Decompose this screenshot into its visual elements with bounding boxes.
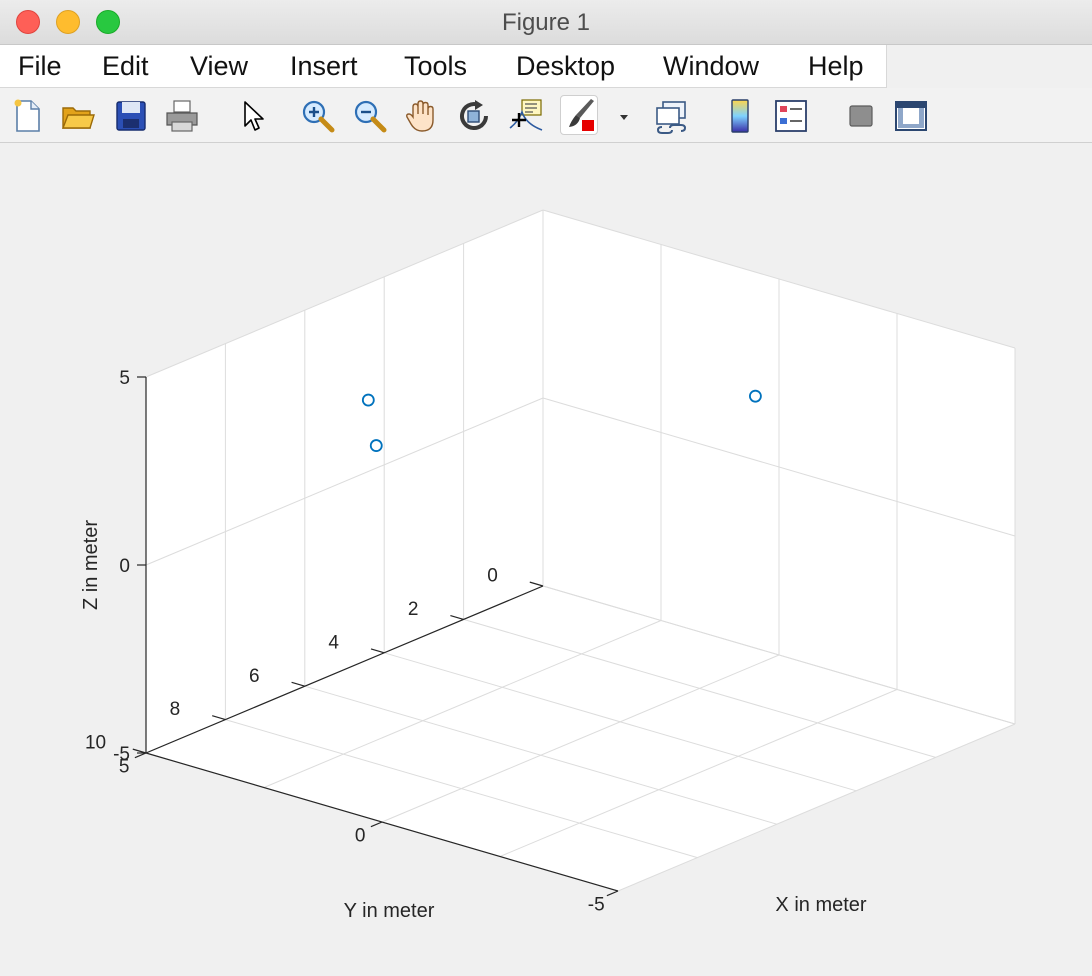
y-tick-label: 4	[328, 632, 339, 653]
x-tick-mark	[134, 752, 147, 759]
y-tick-label: 10	[85, 733, 106, 754]
z-tick-label: 5	[119, 368, 130, 389]
x-tick-mark	[370, 821, 383, 828]
y-axis-label: Y in meter	[344, 900, 435, 922]
x-tick-label: 0	[355, 826, 366, 847]
x-tick-mark	[606, 890, 619, 897]
grid-lines	[145, 209, 1016, 892]
z-axis-label: Z in meter	[80, 520, 102, 610]
x-axis-label: X in meter	[775, 894, 866, 916]
figure-window: Figure 1 File Edit View Insert Tools Des…	[0, 0, 1092, 976]
y-tick-label: 2	[408, 599, 419, 620]
x-tick-label: -5	[588, 895, 605, 916]
z-tick-label: -5	[113, 744, 130, 765]
z-tick-label: 0	[119, 556, 130, 577]
y-tick-label: 0	[487, 566, 498, 587]
scatter3d-chart[interactable]: -5050246810-505 X in meter Y in meter Z …	[0, 0, 1092, 976]
y-tick-label: 8	[170, 699, 181, 720]
y-tick-label: 6	[249, 666, 260, 687]
